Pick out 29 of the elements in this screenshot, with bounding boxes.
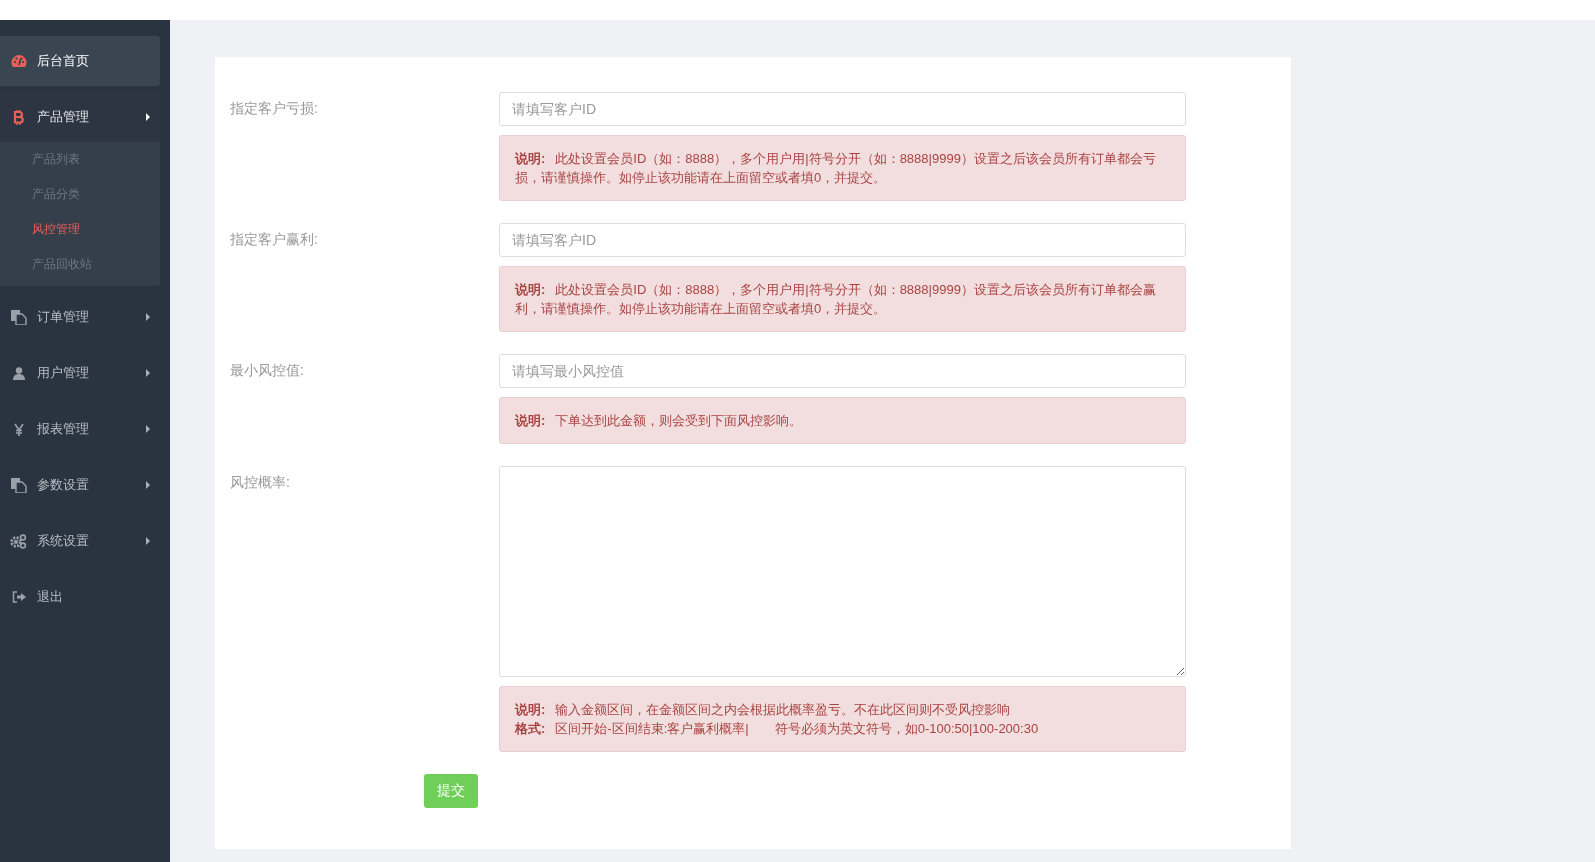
gears-icon (10, 533, 27, 549)
textarea-field[interactable] (499, 466, 1186, 677)
input-field[interactable]: 请填写客户ID (499, 223, 1186, 257)
sidebar-item[interactable]: 报表管理 (0, 404, 160, 454)
sidebar-item[interactable]: 参数设置 (0, 460, 160, 510)
field-label: 指定客户亏损: (230, 99, 319, 118)
field-label: 指定客户赢利: (230, 230, 319, 249)
sidebar-item[interactable]: 产品管理 (0, 92, 160, 142)
dashboard-icon (10, 54, 27, 68)
field-label: 风控概率: (230, 473, 291, 492)
yen-icon (13, 422, 24, 436)
sidebar-item[interactable]: 后台首页 (0, 36, 160, 86)
user-icon (12, 366, 25, 380)
notice-text: 说明: 此处设置会员ID（如：8888），多个用户用|符号分开（如：8888|9999）设置之后该会员所有订单都会赢利，请谨慎操作。如停止该功能请在上面留空或者填0，并提交。 (515, 281, 1157, 318)
sidebar-item[interactable]: 退出 (0, 572, 160, 622)
bitcoin-icon (13, 109, 24, 125)
documents-icon (10, 477, 27, 493)
notice-text: 格式: 区间开始-区间结束:客户赢利概率| 符号必须为英文符号，如0-100:50|100-200:30 (515, 720, 1040, 738)
field-label: 最小风控值: (230, 361, 305, 380)
notice-text: 说明: 输入金额区间，在金额区间之内会根据此概率盈亏。不在此区间则不受风控影响 (515, 701, 1012, 719)
input-field[interactable]: 请填写客户ID (499, 92, 1186, 126)
sidebar-item[interactable]: 订单管理 (0, 292, 160, 342)
sign-out-icon (11, 591, 26, 603)
input-field[interactable]: 请填写最小风控值 (499, 354, 1186, 388)
documents-icon (10, 309, 27, 325)
sidebar-item[interactable]: 系统设置 (0, 516, 160, 566)
notice-text: 说明: 此处设置会员ID（如：8888），多个用户用|符号分开（如：8888|9999）设置之后该会员所有订单都会亏损，请谨慎操作。如停止该功能请在上面留空或者填0，并提交。 (515, 150, 1157, 187)
notice-text: 说明: 下单达到此金额，则会受到下面风控影响。 (515, 412, 804, 430)
sidebar-item[interactable]: 用户管理 (0, 348, 160, 398)
